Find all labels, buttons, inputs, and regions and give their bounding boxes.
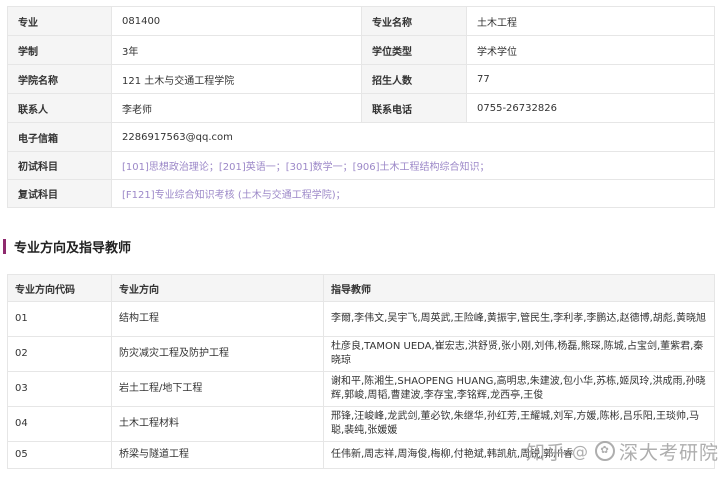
table-row: 05 桥梁与隧道工程 任伟新,周志祥,周海俊,梅柳,付艳斌,韩凯航,周锐,郭川睿 — [7, 441, 715, 469]
first-exam-highlight-box[interactable]: [906]土木工程结构综合知识； — [353, 162, 490, 173]
column-header-teachers: 指导教师 — [323, 274, 715, 302]
direction-code: 04 — [7, 406, 112, 442]
direction-teachers: 任伟新,周志祥,周海俊,梅柳,付艳斌,韩凯航,周锐,郭川睿 — [323, 441, 715, 469]
direction-teachers: 谢和平,陈湘生,SHAOPENG HUANG,高明忠,朱建波,包小华,苏栋,姬凤… — [323, 371, 715, 407]
column-header-direction: 专业方向 — [111, 274, 324, 302]
info-label: 学院名称 — [7, 64, 112, 94]
info-label: 招生人数 — [361, 64, 467, 94]
direction-name: 岩土工程/地下工程 — [111, 371, 324, 407]
info-row-major: 专业 081400 专业名称 土木工程 — [7, 6, 715, 36]
info-value: 081400 — [111, 6, 362, 36]
info-label: 电子信箱 — [7, 122, 112, 152]
info-value: 李老师 — [111, 93, 362, 123]
program-info-table: 专业 081400 专业名称 土木工程 学制 3年 学位类型 学术学位 学院名称… — [7, 6, 715, 208]
info-label: 学制 — [7, 35, 112, 65]
section-title: 专业方向及指导教师 — [3, 237, 132, 256]
info-row-first-exam: 初试科目 [101]思想政治理论；[201]英语一；[301]数学一；[906]… — [7, 151, 715, 180]
section-title-text: 专业方向及指导教师 — [14, 240, 132, 256]
info-value: 学术学位 — [466, 35, 715, 65]
retest-text[interactable]: [F121]专业综合知识考核 (土木与交通工程学院)； — [122, 190, 346, 201]
info-row-contact: 联系人 李老师 联系电话 0755-26732826 — [7, 93, 715, 123]
info-label: 联系人 — [7, 93, 112, 123]
direction-teachers: 杜彦良,TAMON UEDA,崔宏志,洪舒贤,张小刚,刘伟,杨磊,熊琛,陈城,占… — [323, 336, 715, 372]
direction-name: 结构工程 — [111, 301, 324, 337]
direction-code: 05 — [7, 441, 112, 469]
info-label: 复试科目 — [7, 179, 112, 208]
info-label: 专业 — [7, 6, 112, 36]
direction-code: 03 — [7, 371, 112, 407]
table-row: 03 岩土工程/地下工程 谢和平,陈湘生,SHAOPENG HUANG,高明忠,… — [7, 371, 715, 407]
direction-name: 防灾减灾工程及防护工程 — [111, 336, 324, 372]
direction-name: 土木工程材料 — [111, 406, 324, 442]
first-exam-text[interactable]: [101]思想政治理论；[201]英语一；[301]数学一； — [122, 162, 353, 173]
info-label: 初试科目 — [7, 151, 112, 180]
retest-subjects: [F121]专业综合知识考核 (土木与交通工程学院)； — [111, 179, 715, 208]
email-value: 2286917563@qq.com — [111, 122, 715, 152]
info-row-retest: 复试科目 [F121]专业综合知识考核 (土木与交通工程学院)； — [7, 179, 715, 208]
table-row: 01 结构工程 李爾,李伟文,吴宇飞,周英武,王险峰,黄振宇,管民生,李利孝,李… — [7, 301, 715, 337]
info-value: 3年 — [111, 35, 362, 65]
info-value: 土木工程 — [466, 6, 715, 36]
direction-teachers: 邢锋,汪峻峰,龙武剑,董必钦,朱继华,孙红芳,王耀城,刘军,方媛,陈彬,吕乐阳,… — [323, 406, 715, 442]
info-label: 联系电话 — [361, 93, 467, 123]
direction-code: 02 — [7, 336, 112, 372]
table-row: 04 土木工程材料 邢锋,汪峻峰,龙武剑,董必钦,朱继华,孙红芳,王耀城,刘军,… — [7, 406, 715, 442]
direction-name: 桥梁与隧道工程 — [111, 441, 324, 469]
directions-header-row: 专业方向代码 专业方向 指导教师 — [7, 274, 715, 302]
info-row-duration: 学制 3年 学位类型 学术学位 — [7, 35, 715, 65]
direction-code: 01 — [7, 301, 112, 337]
section-accent-bar — [3, 238, 6, 254]
info-row-college: 学院名称 121 土木与交通工程学院 招生人数 77 — [7, 64, 715, 94]
info-row-email: 电子信箱 2286917563@qq.com — [7, 122, 715, 152]
info-value: 121 土木与交通工程学院 — [111, 64, 362, 94]
directions-table: 专业方向代码 专业方向 指导教师 01 结构工程 李爾,李伟文,吴宇飞,周英武,… — [7, 274, 715, 469]
info-value: 0755-26732826 — [466, 93, 715, 123]
info-label: 学位类型 — [361, 35, 467, 65]
info-value: 77 — [466, 64, 715, 94]
first-exam-subjects: [101]思想政治理论；[201]英语一；[301]数学一；[906]土木工程结… — [111, 151, 715, 180]
info-label: 专业名称 — [361, 6, 467, 36]
direction-teachers: 李爾,李伟文,吴宇飞,周英武,王险峰,黄振宇,管民生,李利孝,李鹏达,赵德博,胡… — [323, 301, 715, 337]
column-header-code: 专业方向代码 — [7, 274, 112, 302]
table-row: 02 防灾减灾工程及防护工程 杜彦良,TAMON UEDA,崔宏志,洪舒贤,张小… — [7, 336, 715, 372]
